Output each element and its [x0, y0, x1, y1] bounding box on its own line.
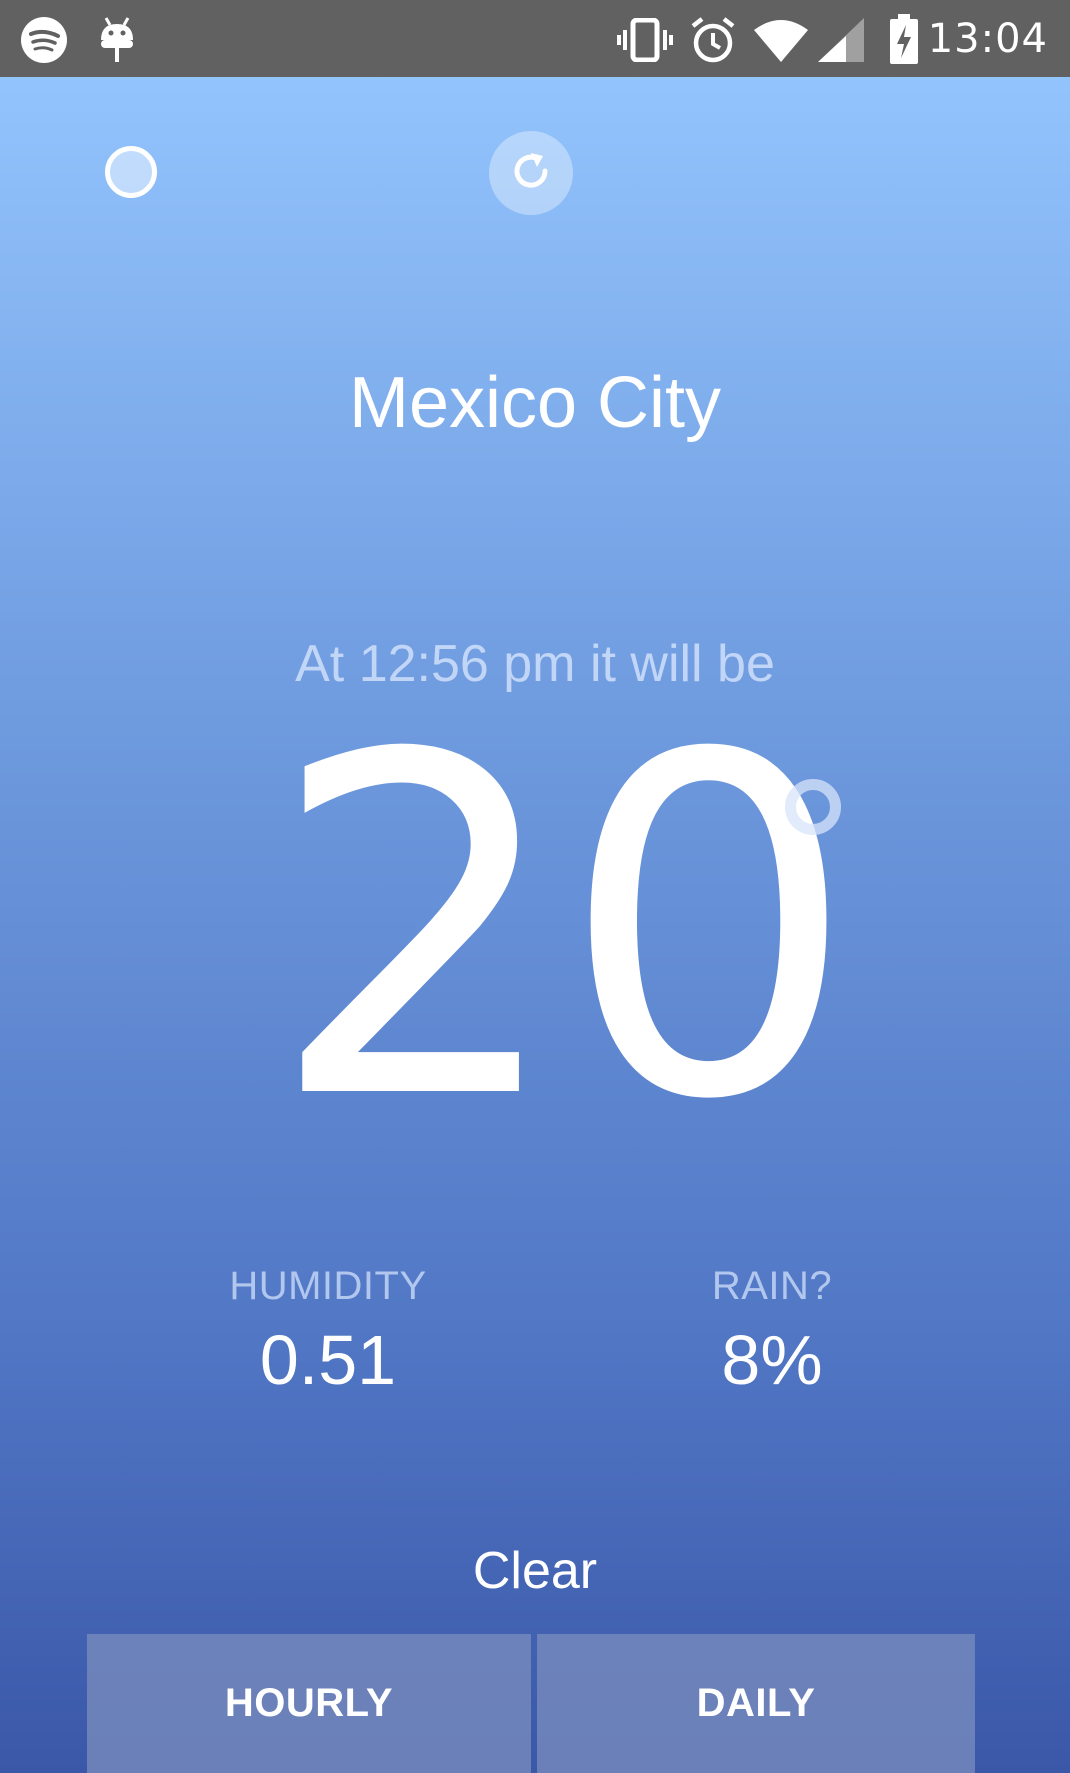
cell-signal-icon [818, 18, 864, 67]
rain-value: 8% [721, 1321, 823, 1399]
spotify-icon [20, 16, 68, 69]
humidity-value: 0.51 [259, 1321, 397, 1399]
rain-block: RAIN? 8% [602, 1262, 942, 1402]
android-debug-icon [98, 16, 136, 69]
hourly-button-label: HOURLY [224, 1681, 394, 1725]
humidity-block: HUMIDITY 0.51 [158, 1262, 498, 1402]
degree-icon [785, 779, 841, 835]
alarm-icon [690, 16, 736, 69]
daily-button-label: DAILY [696, 1681, 816, 1725]
weather-condition: Clear [472, 1542, 598, 1600]
vibrate-icon [617, 17, 673, 67]
battery-charging-icon [890, 14, 918, 69]
wifi-icon [754, 18, 808, 67]
refresh-icon [507, 147, 555, 200]
refresh-button[interactable] [489, 131, 573, 215]
humidity-label: HUMIDITY [229, 1264, 427, 1308]
hourly-button[interactable]: HOURLY [87, 1634, 531, 1773]
circle-icon[interactable] [105, 146, 157, 198]
status-time: 13:04 [927, 16, 1048, 62]
daily-button[interactable]: DAILY [537, 1634, 975, 1773]
city-name: Mexico City [348, 363, 722, 443]
rain-label: RAIN? [711, 1264, 833, 1308]
status-bar: 13:04 [0, 0, 1070, 77]
temperature-value: 20 [268, 658, 858, 1202]
